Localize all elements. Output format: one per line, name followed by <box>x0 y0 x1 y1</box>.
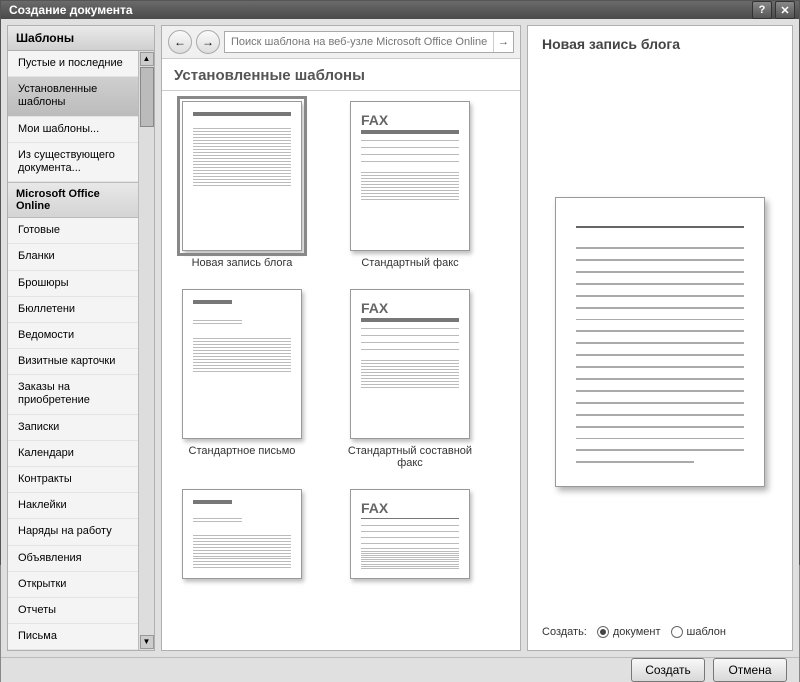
search-go-button[interactable]: → <box>493 32 513 52</box>
nav-forward-button[interactable]: → <box>196 30 220 54</box>
radio-document[interactable]: документ <box>597 626 661 638</box>
sidebar-item[interactable]: Бюллетени <box>8 297 138 323</box>
sidebar-item[interactable]: Наряды на работу <box>8 519 138 545</box>
sidebar-item[interactable]: Из существующего документа... <box>8 143 138 182</box>
help-button[interactable]: ? <box>752 1 772 19</box>
template-caption: Новая запись блога <box>192 257 293 269</box>
template-thumb[interactable]: Новая запись блога <box>168 101 316 269</box>
preview-body <box>542 64 778 620</box>
sidebar-item[interactable]: Установленные шаблоны <box>8 77 138 116</box>
close-button[interactable]: ✕ <box>775 1 795 19</box>
template-thumb[interactable]: FAX <box>336 489 484 579</box>
scroll-down-icon[interactable]: ▼ <box>140 635 154 649</box>
template-page-preview: FAX <box>350 289 470 439</box>
template-page-preview <box>182 289 302 439</box>
footer: Создать Отмена <box>1 657 799 682</box>
center-pane: ← → → Установленные шаблоны Новая запись… <box>161 25 521 651</box>
sidebar-item[interactable]: Бланки <box>8 244 138 270</box>
sidebar-item[interactable]: Мои шаблоны... <box>8 117 138 143</box>
radio-template[interactable]: шаблон <box>671 626 726 638</box>
preview-title: Новая запись блога <box>542 36 778 52</box>
radio-dot-icon <box>597 626 609 638</box>
template-page-preview: FAX <box>350 489 470 579</box>
template-page-preview <box>182 101 302 251</box>
create-button[interactable]: Создать <box>631 658 705 682</box>
template-thumb[interactable] <box>168 489 316 579</box>
search-input[interactable] <box>225 36 493 48</box>
sidebar-item[interactable]: Наклейки <box>8 493 138 519</box>
cancel-button[interactable]: Отмена <box>713 658 787 682</box>
radio-template-label: шаблон <box>687 626 726 638</box>
template-thumb[interactable]: FAX Стандартный составной факс <box>336 289 484 469</box>
create-type-row: Создать: документ шаблон <box>542 620 778 640</box>
template-caption: Стандартный факс <box>361 257 458 269</box>
arrow-right-icon: → <box>498 36 509 48</box>
scroll-thumb[interactable] <box>140 67 154 127</box>
arrow-left-icon: ← <box>174 35 186 49</box>
sidebar-item[interactable]: Брошюры <box>8 271 138 297</box>
template-caption: Стандартное письмо <box>189 445 296 457</box>
sidebar-scrollbar[interactable]: ▲ ▼ <box>138 51 154 650</box>
toolbar: ← → → <box>162 26 520 59</box>
search-box: → <box>224 31 514 53</box>
template-gallery: Новая запись блога FAX Стандартный факс Ста… <box>162 91 520 650</box>
sidebar-item[interactable]: Визитные карточки <box>8 349 138 375</box>
sidebar-item[interactable]: Письма <box>8 624 138 650</box>
template-thumb[interactable]: FAX Стандартный факс <box>336 101 484 269</box>
window-title: Создание документа <box>5 3 749 17</box>
sidebar-item[interactable]: Записки <box>8 415 138 441</box>
sidebar-item[interactable]: Пустые и последние <box>8 51 138 77</box>
sidebar-item[interactable]: Календари <box>8 441 138 467</box>
sidebar-item[interactable]: Открытки <box>8 572 138 598</box>
sidebar-item[interactable]: Контракты <box>8 467 138 493</box>
scroll-up-icon[interactable]: ▲ <box>140 52 154 66</box>
sidebar: Шаблоны Пустые и последниеУстановленные … <box>7 25 155 651</box>
template-thumb[interactable]: Стандартное письмо <box>168 289 316 469</box>
preview-page <box>555 197 765 487</box>
dialog-window: Создание документа ? ✕ Шаблоны Пустые и … <box>0 0 800 565</box>
template-page-preview: FAX <box>350 101 470 251</box>
sidebar-item[interactable]: Готовые <box>8 218 138 244</box>
sidebar-item[interactable]: Заказы на приобретение <box>8 375 138 414</box>
dialog-body: Шаблоны Пустые и последниеУстановленные … <box>1 19 799 657</box>
sidebar-list: Пустые и последниеУстановленные шаблоныМ… <box>8 51 138 650</box>
radio-document-label: документ <box>613 626 661 638</box>
arrow-right-icon: → <box>202 35 214 49</box>
sidebar-header: Шаблоны <box>8 26 154 51</box>
section-title: Установленные шаблоны <box>162 59 520 91</box>
sidebar-item[interactable]: Отчеты <box>8 598 138 624</box>
sidebar-subheader: Microsoft Office Online <box>8 182 138 218</box>
template-caption: Стандартный составной факс <box>345 445 475 469</box>
preview-pane: Новая запись блога Создать: докумен <box>527 25 793 651</box>
template-page-preview <box>182 489 302 579</box>
titlebar: Создание документа ? ✕ <box>1 1 799 19</box>
sidebar-item[interactable]: Объявления <box>8 546 138 572</box>
sidebar-item[interactable]: Ведомости <box>8 323 138 349</box>
create-label: Создать: <box>542 626 587 638</box>
nav-back-button[interactable]: ← <box>168 30 192 54</box>
radio-dot-icon <box>671 626 683 638</box>
